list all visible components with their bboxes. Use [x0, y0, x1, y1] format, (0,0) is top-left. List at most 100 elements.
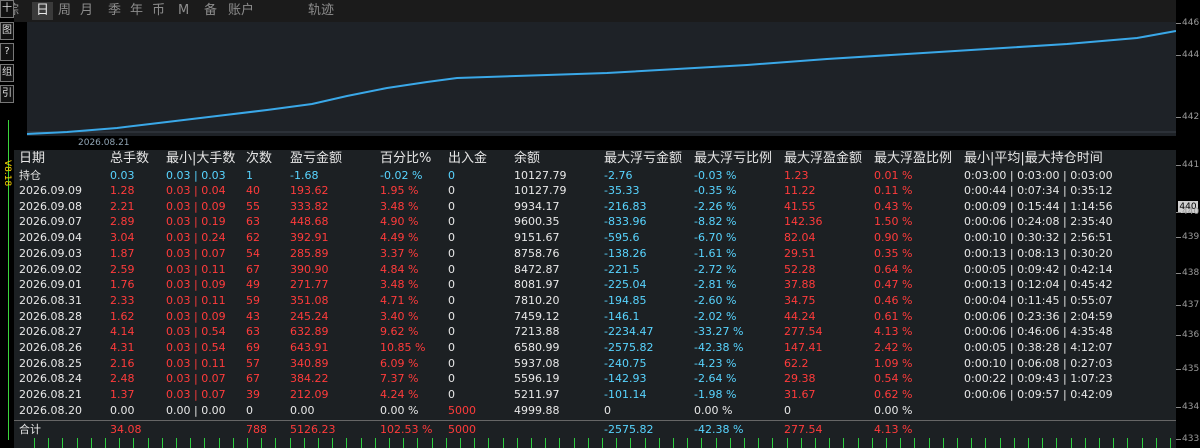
cell-10: 277.54	[784, 325, 823, 339]
bottom-tick	[758, 438, 759, 448]
bottom-tick	[843, 438, 844, 448]
bottom-tick	[943, 438, 944, 448]
cell-10: 29.51	[784, 246, 816, 260]
table-row[interactable]: 2026.09.08 2.21 0.03 | 0.09 55 333.82 3.48 % 0…	[14, 199, 1176, 214]
cell-0: 2026.09.09	[19, 184, 82, 197]
tab-6[interactable]: 币	[152, 2, 165, 20]
cell-7: 6580.99	[514, 341, 560, 354]
bottom-tick	[1028, 438, 1029, 448]
bottom-tick	[1099, 438, 1100, 448]
cell-12: 0:00:06 | 0:46:06 | 4:35:48	[964, 325, 1113, 339]
cell-4: 384.22	[290, 372, 329, 386]
help-tool-button[interactable]: ?	[0, 43, 14, 61]
cell-4: 212.09	[290, 388, 329, 402]
cell-6: 0	[448, 341, 455, 354]
bottom-tick	[1142, 438, 1143, 448]
chart-tool-button[interactable]: 图	[0, 22, 14, 40]
cell-9: -1.98 %	[694, 388, 737, 402]
cell-9: -2.72 %	[694, 262, 737, 276]
bottom-tick	[488, 438, 489, 448]
bottom-tick	[318, 438, 319, 448]
table-row[interactable]: 2026.08.20 0.00 0.00 | 0.00 0 0.00 0.00 % 5000…	[14, 403, 1176, 418]
table-row[interactable]: 2026.09.02 2.59 0.03 | 0.11 67 390.90 4.84 % 0…	[14, 262, 1176, 277]
cell-3: 54	[246, 246, 260, 260]
cell-6: 0	[448, 215, 455, 229]
cell-0: 日期	[19, 151, 46, 166]
daily-stats-table: 日期 总手数 最小|大手数 次数 盈亏金额 百分比% 出入金 余额 最大浮亏金额 最大浮亏比例 最大…	[14, 150, 1176, 448]
cell-2: 最小|大手数	[166, 151, 236, 166]
bottom-tick	[219, 438, 220, 448]
table-row[interactable]: 2026.08.21 1.37 0.03 | 0.07 39 212.09 4.24 % 0…	[14, 387, 1176, 402]
cell-10: 277.54	[784, 423, 823, 436]
table-row[interactable]: 2026.09.07 2.89 0.03 | 0.19 63 448.68 4.90 % 0…	[14, 214, 1176, 229]
tab-2[interactable]: 周	[58, 2, 71, 20]
bottom-tick	[361, 438, 362, 448]
cell-11: 0.11 %	[874, 184, 913, 197]
y-tick-label: 444	[1182, 50, 1200, 60]
group-tool-button[interactable]: 组	[0, 64, 14, 82]
tab-1[interactable]: 日	[32, 2, 54, 20]
table-row[interactable]: 2026.08.31 2.33 0.03 | 0.11 59 351.08 4.71 % 0…	[14, 293, 1176, 308]
table-row[interactable]: 2026.09.09 1.28 0.03 | 0.04 40 193.62 1.95 % 0…	[14, 183, 1176, 198]
cell-2: 0.00 | 0.00	[166, 403, 226, 417]
table-row[interactable]: 2026.09.01 1.76 0.03 | 0.09 49 271.77 3.48 % 0…	[14, 277, 1176, 292]
cell-4: 340.89	[290, 356, 329, 370]
cell-0: 2026.09.08	[19, 199, 82, 213]
cell-6: 0	[448, 169, 455, 182]
table-row[interactable]: 2026.09.03 1.87 0.03 | 0.07 54 285.89 3.37 % 0…	[14, 246, 1176, 261]
table-row[interactable]: 2026.08.25 2.16 0.03 | 0.11 57 340.89 6.09 % 0…	[14, 356, 1176, 371]
cell-1: 2.89	[110, 215, 135, 229]
tab-10[interactable]: 轨迹	[308, 2, 334, 20]
cell-5: -0.02 %	[380, 169, 423, 182]
bottom-tick	[900, 438, 901, 448]
bottom-tick	[190, 438, 191, 448]
cell-6: 0	[448, 325, 455, 339]
table-row[interactable]: 2026.08.26 4.31 0.03 | 0.54 69 643.91 10.85 %…	[14, 340, 1176, 355]
cell-11: 0.00 %	[874, 403, 913, 417]
cell-3: 69	[246, 341, 260, 354]
table-row[interactable]: 2026.08.24 2.48 0.03 | 0.07 67 384.22 7.37 % 0…	[14, 371, 1176, 386]
table-row[interactable]: 2026.08.27 4.14 0.03 | 0.54 63 632.89 9.62 % 0…	[14, 324, 1176, 339]
bottom-tick	[531, 438, 532, 448]
cell-0: 2026.09.03	[19, 246, 82, 260]
table-row[interactable]: 2026.08.28 1.62 0.03 | 0.09 43 245.24 3.40 % 0…	[14, 309, 1176, 324]
cell-5: 3.37 %	[380, 246, 419, 260]
table-header-row: 日期 总手数 最小|大手数 次数 盈亏金额 百分比% 出入金 余额 最大浮亏金额 最大浮亏比例 最大…	[14, 151, 1176, 166]
holding-row[interactable]: 持仓 0.03 0.03 | 0.03 1 -1.68 -0.02 % 0 10127.79 -…	[14, 168, 1176, 183]
tab-8[interactable]: 备	[204, 2, 217, 20]
bottom-tick	[375, 438, 376, 448]
tab-7[interactable]: M	[178, 2, 189, 20]
cell-2: 0.03 | 0.19	[166, 215, 226, 229]
quote-tool-button[interactable]: 引	[0, 85, 14, 103]
cell-10: 最大浮盈金额	[784, 151, 863, 166]
cell-6: 5000	[448, 403, 476, 417]
bottom-tick	[204, 438, 205, 448]
cell-8: -216.83	[604, 199, 647, 213]
cell-4: 643.91	[290, 341, 329, 354]
crosshair-tool-button[interactable]: 十	[0, 0, 14, 18]
tab-3[interactable]: 月	[80, 2, 93, 20]
cell-1: 2.16	[110, 356, 135, 370]
cell-7: 7213.88	[514, 325, 560, 339]
table-row[interactable]: 2026.09.04 3.04 0.03 | 0.24 62 392.91 4.49 % 0…	[14, 230, 1176, 245]
bottom-tick	[858, 438, 859, 448]
cell-9: -6.70 %	[694, 231, 737, 245]
cell-4: 448.68	[290, 215, 329, 229]
cell-8: -833.96	[604, 215, 647, 229]
cell-4: 5126.23	[290, 423, 336, 436]
tab-4[interactable]: 季	[108, 2, 121, 20]
y-tick-label: 436	[1182, 330, 1200, 340]
cell-5: 百分比%	[380, 151, 432, 166]
cell-5: 9.62 %	[380, 325, 419, 339]
total-row[interactable]: 合计 34.08 788 5126.23 102.53 % 5000 -2575.82 -42…	[14, 422, 1176, 437]
cell-4: -1.68	[290, 169, 319, 182]
cell-12: 0:00:06 | 0:24:08 | 2:35:40	[964, 215, 1113, 229]
cell-0: 2026.08.25	[19, 356, 82, 370]
cell-2: 0.03 | 0.09	[166, 309, 226, 323]
tab-5[interactable]: 年	[130, 2, 143, 20]
bottom-tick	[233, 438, 234, 448]
cell-8: -2575.82	[604, 423, 654, 436]
cell-5: 4.49 %	[380, 231, 419, 245]
tab-9[interactable]: 账户	[228, 2, 254, 20]
bottom-tick	[602, 438, 603, 448]
